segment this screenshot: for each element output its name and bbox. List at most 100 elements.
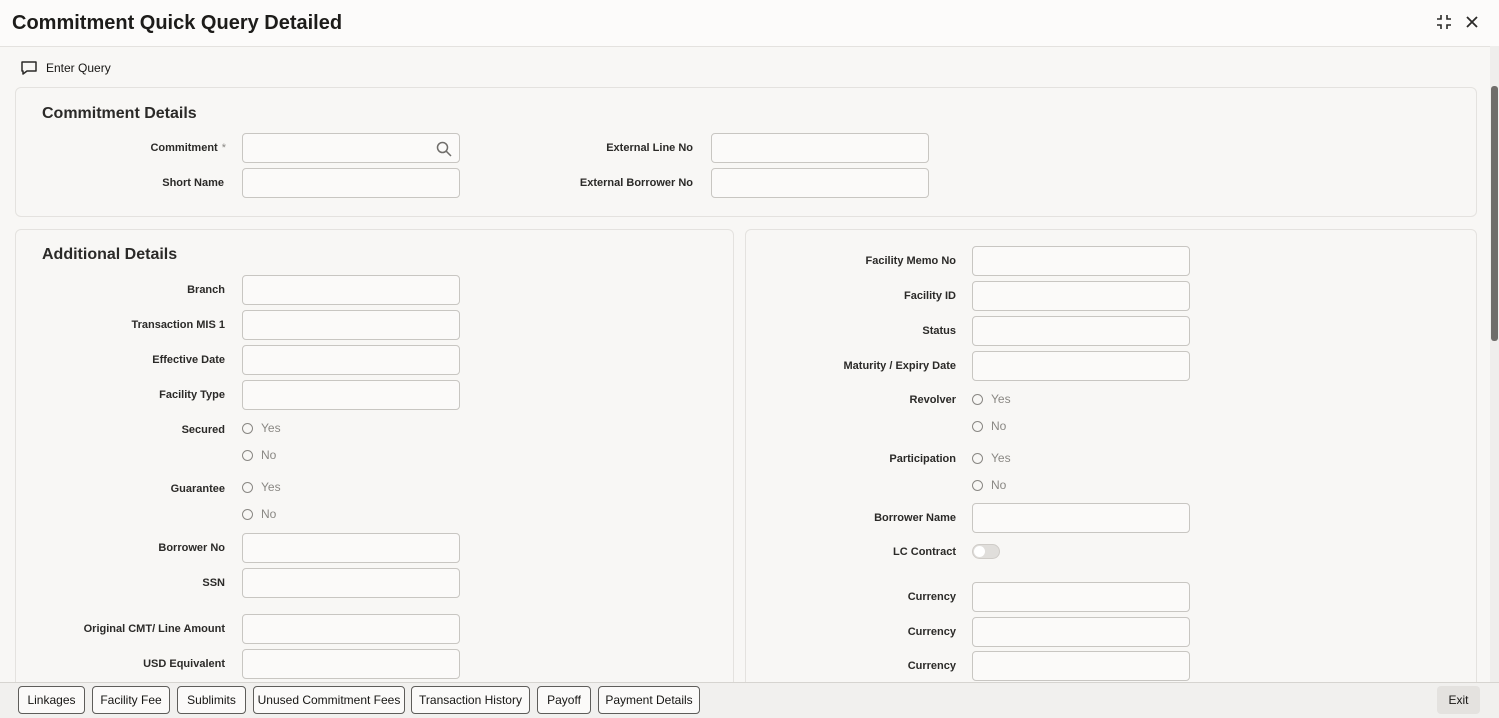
payment-details-button[interactable]: Payment Details xyxy=(598,686,700,714)
currency-field[interactable] xyxy=(972,651,1190,681)
transaction-history-button[interactable]: Transaction History xyxy=(411,686,530,714)
facility-id-input[interactable] xyxy=(973,282,1189,310)
secured-no-radio[interactable]: No xyxy=(242,448,276,462)
currency-input[interactable] xyxy=(973,652,1189,680)
linkages-button[interactable]: Linkages xyxy=(18,686,85,714)
transaction-mis1-input[interactable] xyxy=(243,311,459,339)
status-input[interactable] xyxy=(973,317,1189,345)
original-cmt-line-amount-input[interactable] xyxy=(243,615,459,643)
revolver-no-radio[interactable]: No xyxy=(972,419,1006,433)
payoff-button[interactable]: Payoff xyxy=(537,686,591,714)
guarantee-label: Guarantee xyxy=(170,483,225,495)
participation-label: Participation xyxy=(889,453,956,465)
facility-id-field[interactable] xyxy=(972,281,1190,311)
vertical-scrollbar[interactable] xyxy=(1490,46,1499,682)
short-name-field[interactable] xyxy=(242,168,460,198)
branch-field[interactable] xyxy=(242,275,460,305)
maturity-expiry-date-field[interactable] xyxy=(972,351,1190,381)
title-bar: Commitment Quick Query Detailed xyxy=(0,0,1499,47)
facility-type-input[interactable] xyxy=(243,381,459,409)
ssn-input[interactable] xyxy=(243,569,459,597)
secured-yes-radio[interactable]: Yes xyxy=(242,421,281,435)
transaction-mis1-field[interactable] xyxy=(242,310,460,340)
effective-date-field[interactable] xyxy=(242,345,460,375)
currency-field[interactable] xyxy=(972,582,1190,612)
additional-details-panel: Additional Details Branch Transaction MI… xyxy=(15,229,734,701)
commitment-label: Commitment * xyxy=(150,142,226,154)
facility-fee-button[interactable]: Facility Fee xyxy=(92,686,170,714)
external-borrower-no-label: External Borrower No xyxy=(579,177,693,189)
facility-id-label: Facility ID xyxy=(904,290,956,302)
guarantee-no-radio[interactable]: No xyxy=(242,507,276,521)
comment-icon xyxy=(21,61,37,75)
guarantee-yes-radio[interactable]: Yes xyxy=(242,480,281,494)
short-name-label: Short Name xyxy=(162,177,224,189)
revolver-label: Revolver xyxy=(909,394,956,406)
maturity-expiry-date-input[interactable] xyxy=(973,352,1189,380)
facility-type-field[interactable] xyxy=(242,380,460,410)
facility-details-panel: Facility Memo No Facility ID Status Matu… xyxy=(745,229,1477,701)
commitment-field[interactable] xyxy=(242,133,460,163)
ssn-label: SSN xyxy=(202,577,225,589)
currency-field[interactable] xyxy=(972,617,1190,647)
unused-commitment-fees-button[interactable]: Unused Commitment Fees xyxy=(253,686,405,714)
short-name-input[interactable] xyxy=(243,169,459,197)
branch-input[interactable] xyxy=(243,276,459,304)
currency-label: Currency xyxy=(907,660,956,672)
external-line-no-label: External Line No xyxy=(606,142,693,154)
currency-label: Currency xyxy=(907,626,956,638)
borrower-name-label: Borrower Name xyxy=(874,512,956,524)
toolbar: Enter Query xyxy=(0,47,1490,85)
lc-contract-label: LC Contract xyxy=(893,546,956,558)
status-field[interactable] xyxy=(972,316,1190,346)
commitment-input[interactable] xyxy=(243,134,459,162)
external-line-no-field[interactable] xyxy=(711,133,929,163)
transaction-mis1-label: Transaction MIS 1 xyxy=(131,319,225,331)
borrower-name-input[interactable] xyxy=(973,504,1189,532)
usd-equivalent-field[interactable] xyxy=(242,649,460,679)
external-borrower-no-field[interactable] xyxy=(711,168,929,198)
page-title: Commitment Quick Query Detailed xyxy=(12,12,343,34)
effective-date-input[interactable] xyxy=(243,346,459,374)
maturity-expiry-date-label: Maturity / Expiry Date xyxy=(843,360,956,372)
currency-input[interactable] xyxy=(973,618,1189,646)
external-borrower-no-input[interactable] xyxy=(712,169,928,197)
borrower-no-field[interactable] xyxy=(242,533,460,563)
footer-bar: Linkages Facility Fee Sublimits Unused C… xyxy=(0,682,1499,718)
close-icon[interactable] xyxy=(1462,12,1482,32)
exit-button[interactable]: Exit xyxy=(1437,686,1480,714)
search-icon[interactable] xyxy=(436,141,452,157)
effective-date-label: Effective Date xyxy=(152,354,225,366)
additional-details-title: Additional Details xyxy=(42,246,178,263)
participation-no-radio[interactable]: No xyxy=(972,478,1006,492)
scrollbar-thumb[interactable] xyxy=(1491,86,1498,341)
commitment-details-panel: Commitment Details Commitment * Short Nam… xyxy=(15,87,1477,217)
external-line-no-input[interactable] xyxy=(712,134,928,162)
revolver-yes-radio[interactable]: Yes xyxy=(972,392,1011,406)
branch-label: Branch xyxy=(187,284,225,296)
enter-query-label: Enter Query xyxy=(46,61,111,75)
sublimits-button[interactable]: Sublimits xyxy=(177,686,246,714)
commitment-details-title: Commitment Details xyxy=(42,105,197,122)
borrower-no-label: Borrower No xyxy=(158,542,225,554)
required-mark: * xyxy=(221,142,226,154)
participation-yes-radio[interactable]: Yes xyxy=(972,451,1011,465)
currency-label: Currency xyxy=(907,591,956,603)
borrower-no-input[interactable] xyxy=(243,534,459,562)
enter-query-button[interactable]: Enter Query xyxy=(20,59,111,77)
original-cmt-line-amount-label: Original CMT/ Line Amount xyxy=(83,623,225,635)
usd-equivalent-label: USD Equivalent xyxy=(143,658,225,670)
secured-label: Secured xyxy=(181,424,225,436)
collapse-icon[interactable] xyxy=(1434,12,1454,32)
facility-memo-no-field[interactable] xyxy=(972,246,1190,276)
borrower-name-field[interactable] xyxy=(972,503,1190,533)
facility-memo-no-input[interactable] xyxy=(973,247,1189,275)
facility-memo-no-label: Facility Memo No xyxy=(865,255,956,267)
status-label: Status xyxy=(922,325,956,337)
currency-input[interactable] xyxy=(973,583,1189,611)
original-cmt-line-amount-field[interactable] xyxy=(242,614,460,644)
ssn-field[interactable] xyxy=(242,568,460,598)
lc-contract-toggle[interactable] xyxy=(972,544,1000,559)
usd-equivalent-input[interactable] xyxy=(243,650,459,678)
facility-type-label: Facility Type xyxy=(159,389,225,401)
